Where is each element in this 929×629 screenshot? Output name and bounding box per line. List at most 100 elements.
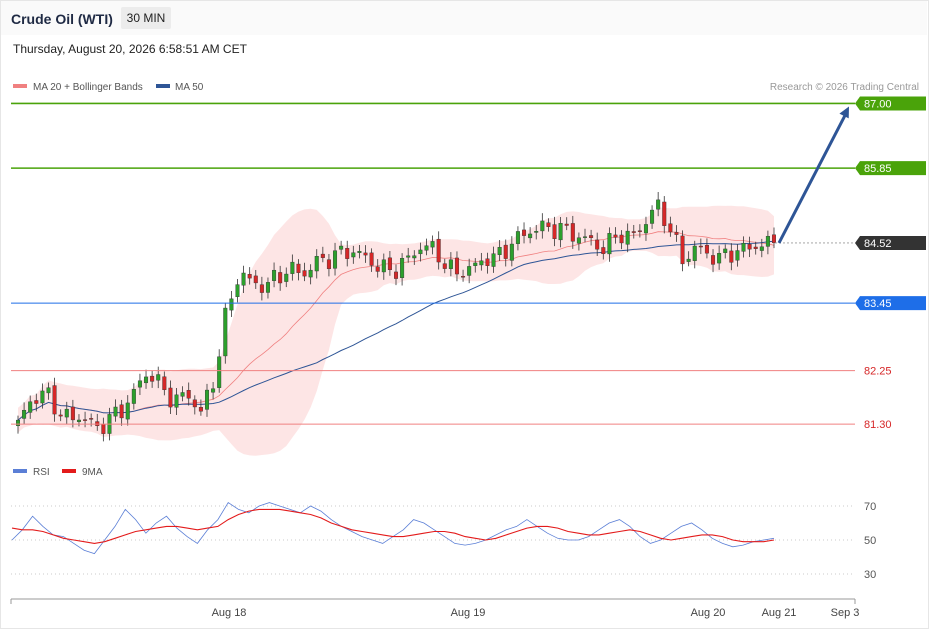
candle-body	[296, 263, 301, 273]
candle-body	[174, 394, 179, 408]
candle-body	[284, 273, 289, 282]
rsi-tick-70: 70	[864, 501, 876, 513]
price-legend: MA 20 + Bollinger Bands MA 50 Research ©…	[13, 82, 919, 93]
candle-body	[491, 253, 496, 267]
candle-body	[156, 374, 161, 381]
candle-body	[509, 243, 514, 261]
candle-body	[247, 273, 252, 279]
level-81-30-label: 81.30	[864, 419, 892, 431]
time-axis: Aug 18 Aug 19 Aug 20 Aug 21 Sep 3	[10, 598, 860, 619]
candle-body	[28, 401, 33, 413]
candle-body	[729, 250, 734, 263]
time-tick-label: Sep 3	[831, 607, 860, 619]
level-83-45-label: 83.45	[864, 298, 892, 310]
candle-body	[558, 223, 563, 241]
candle-body	[83, 419, 88, 421]
candle-body	[211, 388, 216, 393]
candle-body	[326, 259, 331, 270]
chart-canvas: MA 20 + Bollinger Bands MA 50 Research ©…	[10, 82, 926, 619]
candle-body	[625, 230, 630, 245]
candle-body	[503, 244, 508, 259]
candle-body	[753, 246, 758, 249]
candle-body	[375, 266, 380, 272]
candle-body	[290, 261, 295, 274]
legend-label-ma20: MA 20 + Bollinger Bands	[33, 82, 143, 93]
candle-body	[40, 390, 45, 404]
legend-swatch-9ma	[62, 469, 76, 473]
candle-body	[631, 231, 636, 233]
level-82-25-label: 82.25	[864, 366, 892, 378]
candle-body	[662, 201, 667, 226]
rsi-legend: RSI 9MA	[13, 467, 103, 478]
candle-body	[540, 220, 545, 232]
candle-body	[583, 236, 588, 238]
candle-body	[357, 251, 362, 253]
candle-body	[241, 272, 246, 286]
rsi-panel: 70 50 30	[11, 501, 876, 581]
candle-body	[442, 263, 447, 269]
candle-body	[570, 223, 575, 242]
candle-body	[698, 245, 703, 248]
candle-body	[528, 233, 533, 239]
level-87-00-label: 87.00	[864, 98, 892, 110]
candle-body	[747, 243, 752, 250]
candle-body	[668, 223, 673, 233]
rsi-tick-50: 50	[864, 535, 876, 547]
candle-body	[497, 247, 502, 255]
candle-body	[436, 238, 441, 263]
candle-body	[643, 224, 648, 234]
candle-body	[692, 245, 697, 261]
candle-body	[314, 256, 319, 272]
candle-body	[467, 266, 472, 276]
candle-body	[345, 248, 350, 259]
legend-swatch-ma50	[156, 84, 170, 88]
candle-body	[34, 400, 39, 404]
candle-body	[406, 255, 411, 258]
candle-body	[601, 247, 606, 255]
candle-body	[772, 234, 777, 244]
candle-body	[485, 258, 490, 266]
candle-body	[168, 387, 173, 408]
time-tick-label: Aug 18	[212, 607, 247, 619]
candle-body	[522, 229, 527, 236]
candle-body	[711, 255, 716, 265]
candle-body	[717, 253, 722, 264]
candle-body	[351, 252, 356, 258]
candle-body	[595, 239, 600, 250]
candle-body	[619, 234, 624, 244]
candle-body	[217, 356, 222, 388]
candle-body	[686, 258, 691, 262]
candle-body	[125, 402, 130, 420]
candle-body	[759, 246, 764, 251]
time-tick-label: Aug 21	[762, 607, 797, 619]
candle-body	[70, 406, 75, 421]
candle-body	[101, 424, 106, 434]
candle-body	[534, 231, 539, 233]
candle-body	[424, 245, 429, 251]
candle-body	[607, 233, 612, 255]
candle-body	[735, 250, 740, 261]
candle-body	[198, 407, 203, 412]
candle-body	[765, 235, 770, 247]
candle-body	[339, 245, 344, 250]
candle-body	[461, 276, 466, 278]
legend-label-9ma: 9MA	[82, 467, 103, 478]
candle-body	[333, 250, 338, 269]
candle-body	[704, 244, 709, 254]
candle-body	[448, 259, 453, 269]
candle-body	[680, 235, 685, 265]
rsi-tick-30: 30	[864, 569, 876, 581]
candle-body	[546, 222, 551, 227]
candle-body	[272, 269, 277, 281]
candle-body	[308, 269, 313, 278]
price-panel: 87.00 85.85 84.52 83.45 82.25 81.30	[11, 96, 926, 456]
candle-body	[22, 409, 27, 419]
candle-body	[113, 406, 118, 417]
candle-body	[278, 272, 283, 284]
candle-body	[741, 242, 746, 252]
candle-body	[418, 249, 423, 255]
candle-body	[131, 388, 136, 404]
candle-body	[387, 257, 392, 271]
candle-body	[589, 235, 594, 238]
candle-body	[265, 282, 270, 293]
